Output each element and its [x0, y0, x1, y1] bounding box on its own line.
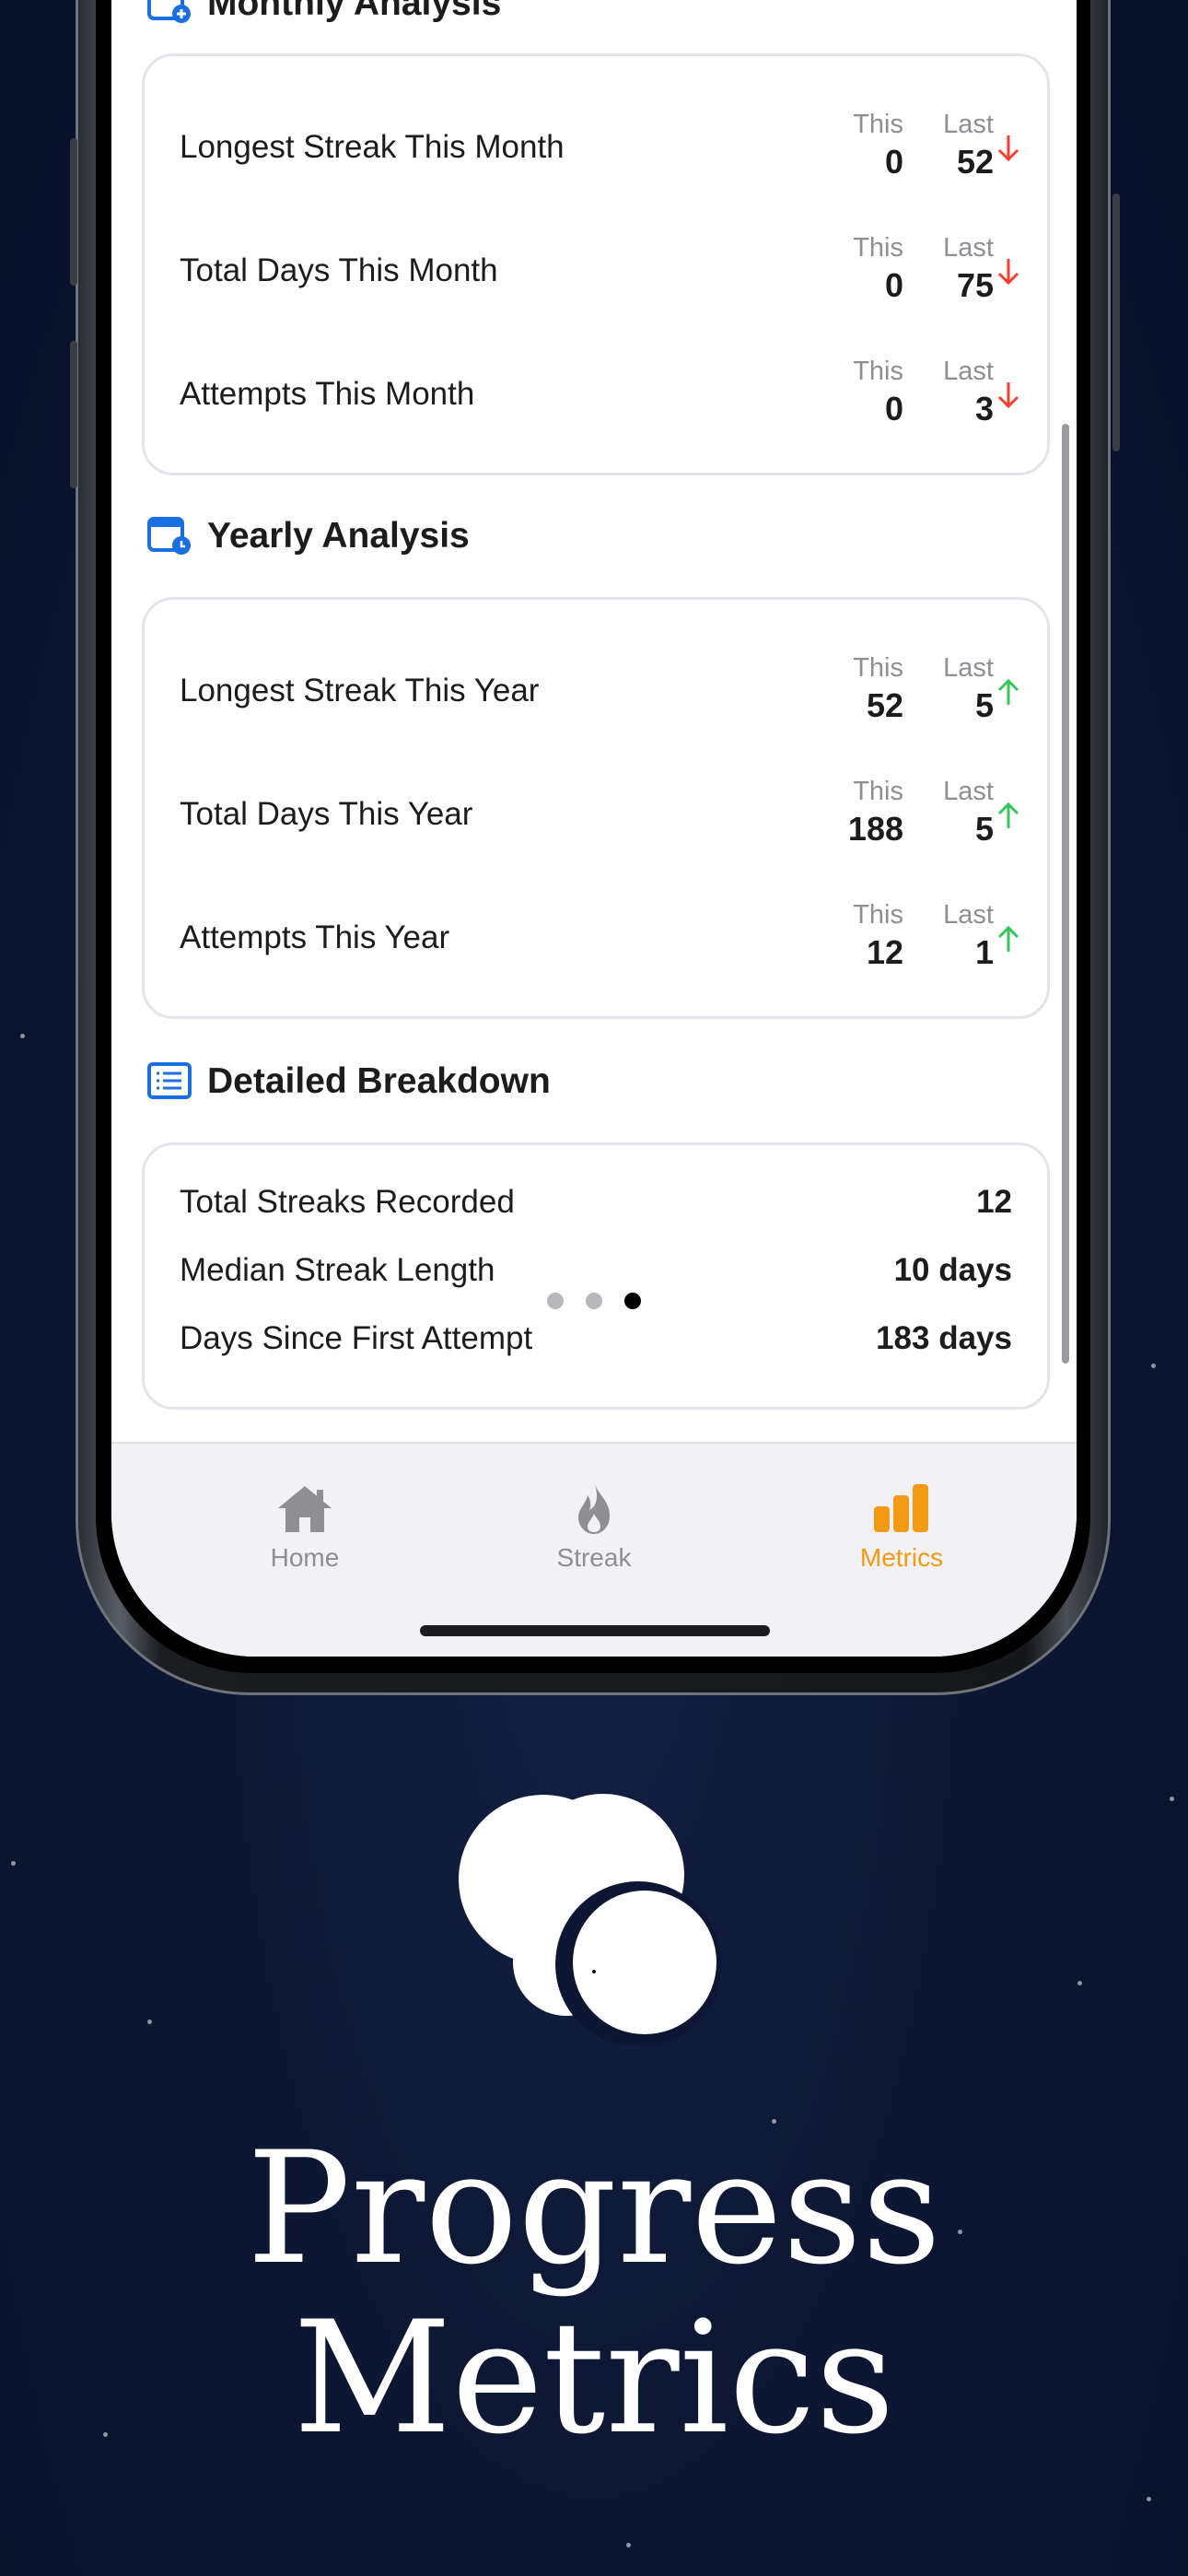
breakdown-section-header: Detailed Breakdown [146, 1061, 551, 1102]
this-caption: This [853, 777, 903, 806]
last-value: 5 [974, 686, 994, 724]
stat-row: Longest Streak This Year This 52 Last 5 [180, 640, 1019, 742]
this-value: 0 [884, 390, 903, 427]
breakdown-label: Total Streaks Recorded [180, 1184, 515, 1220]
page-dot-active[interactable] [624, 1293, 641, 1309]
last-value: 5 [974, 810, 994, 848]
bar-chart-icon [874, 1484, 928, 1532]
last-value: 75 [956, 266, 994, 304]
promo-headline: Progress Metrics [0, 2124, 1188, 2463]
last-value: 1 [974, 933, 994, 971]
last-caption: Last [943, 233, 994, 263]
calendar-plus-icon [147, 0, 191, 23]
tab-streak[interactable]: Streak [502, 1481, 686, 1573]
stat-label: Total Days This Year [180, 796, 473, 832]
calendar-clock-icon [147, 517, 191, 555]
monthly-section-header: Monthly Analysis [146, 0, 501, 24]
tab-label: Streak [556, 1543, 632, 1572]
last-caption: Last [943, 357, 994, 386]
breakdown-label: Days Since First Attempt [180, 1320, 533, 1356]
list-icon [147, 1062, 192, 1099]
breakdown-value: 10 days [893, 1252, 1012, 1288]
stat-row: Longest Streak This Month This 0 Last 52 [180, 97, 1019, 198]
breakdown-row: Median Streak Length 10 days [180, 1245, 1012, 1300]
stat-row: Attempts This Year This 12 Last 1 [180, 887, 1019, 989]
page-indicator[interactable] [547, 1293, 641, 1309]
volume-button [70, 138, 77, 286]
breakdown-value: 12 [976, 1184, 1012, 1220]
headline-line-2: Metrics [293, 2288, 895, 2468]
trend-up-icon [997, 678, 1019, 705]
stat-label: Longest Streak This Year [180, 673, 540, 708]
metrics-scroll-view[interactable]: Monthly Analysis Longest Streak This Mon… [111, 0, 1077, 1442]
headline-line-1: Progress [246, 2118, 942, 2299]
detailed-breakdown-card: Total Streaks Recorded 12 Median Streak … [142, 1142, 1050, 1410]
tab-home[interactable]: Home [213, 1481, 397, 1573]
yearly-analysis-card: Longest Streak This Year This 52 Last 5 To… [142, 597, 1050, 1019]
breakdown-row: Total Streaks Recorded 12 [180, 1177, 1012, 1232]
section-title: Yearly Analysis [207, 516, 470, 556]
this-value: 52 [866, 686, 903, 724]
this-caption: This [853, 357, 903, 386]
section-title: Detailed Breakdown [207, 1061, 551, 1101]
page-dot[interactable] [547, 1293, 564, 1309]
flame-icon [578, 1484, 610, 1534]
volume-button [70, 341, 77, 488]
stat-label: Total Days This Month [180, 252, 498, 288]
last-caption: Last [943, 900, 994, 930]
last-caption: Last [943, 653, 994, 683]
trend-up-icon [997, 802, 1019, 828]
stat-row: Total Days This Month This 0 Last 75 [180, 220, 1019, 322]
power-button [1112, 193, 1120, 451]
app-logo-icon [459, 1794, 721, 2045]
house-icon [278, 1486, 332, 1532]
page-dot[interactable] [586, 1293, 602, 1309]
tab-label: Home [270, 1543, 340, 1572]
this-caption: This [853, 233, 903, 263]
last-value: 3 [974, 390, 994, 427]
this-value: 0 [884, 143, 903, 181]
stat-row: Total Days This Year This 188 Last 5 [180, 764, 1019, 865]
breakdown-value: 183 days [876, 1320, 1012, 1356]
this-value: 188 [847, 810, 903, 848]
home-indicator[interactable] [420, 1625, 770, 1636]
stat-label: Attempts This Year [180, 919, 450, 955]
trend-down-icon [997, 382, 1019, 409]
section-title: Monthly Analysis [207, 0, 502, 23]
tab-metrics[interactable]: Metrics [809, 1481, 994, 1573]
breakdown-label: Median Streak Length [180, 1252, 495, 1288]
this-value: 12 [866, 933, 903, 971]
app-screen: Monthly Analysis Longest Streak This Mon… [111, 0, 1077, 1657]
tab-label: Metrics [859, 1543, 944, 1572]
last-value: 52 [956, 143, 994, 181]
yearly-section-header: Yearly Analysis [146, 516, 470, 556]
stat-label: Longest Streak This Month [180, 129, 565, 165]
this-value: 0 [884, 266, 903, 304]
trend-down-icon [997, 135, 1019, 162]
trend-up-icon [997, 925, 1019, 952]
last-caption: Last [943, 777, 994, 806]
this-caption: This [853, 110, 903, 139]
this-caption: This [853, 900, 903, 930]
stat-label: Attempts This Month [180, 376, 475, 412]
monthly-analysis-card: Longest Streak This Month This 0 Last 52 T… [142, 53, 1050, 475]
trend-down-icon [997, 259, 1019, 286]
scrollbar[interactable] [1062, 424, 1069, 1364]
breakdown-row: Days Since First Attempt 183 days [180, 1313, 1012, 1368]
this-caption: This [853, 653, 903, 683]
last-caption: Last [943, 110, 994, 139]
stat-row: Attempts This Month This 0 Last 3 [180, 344, 1019, 445]
